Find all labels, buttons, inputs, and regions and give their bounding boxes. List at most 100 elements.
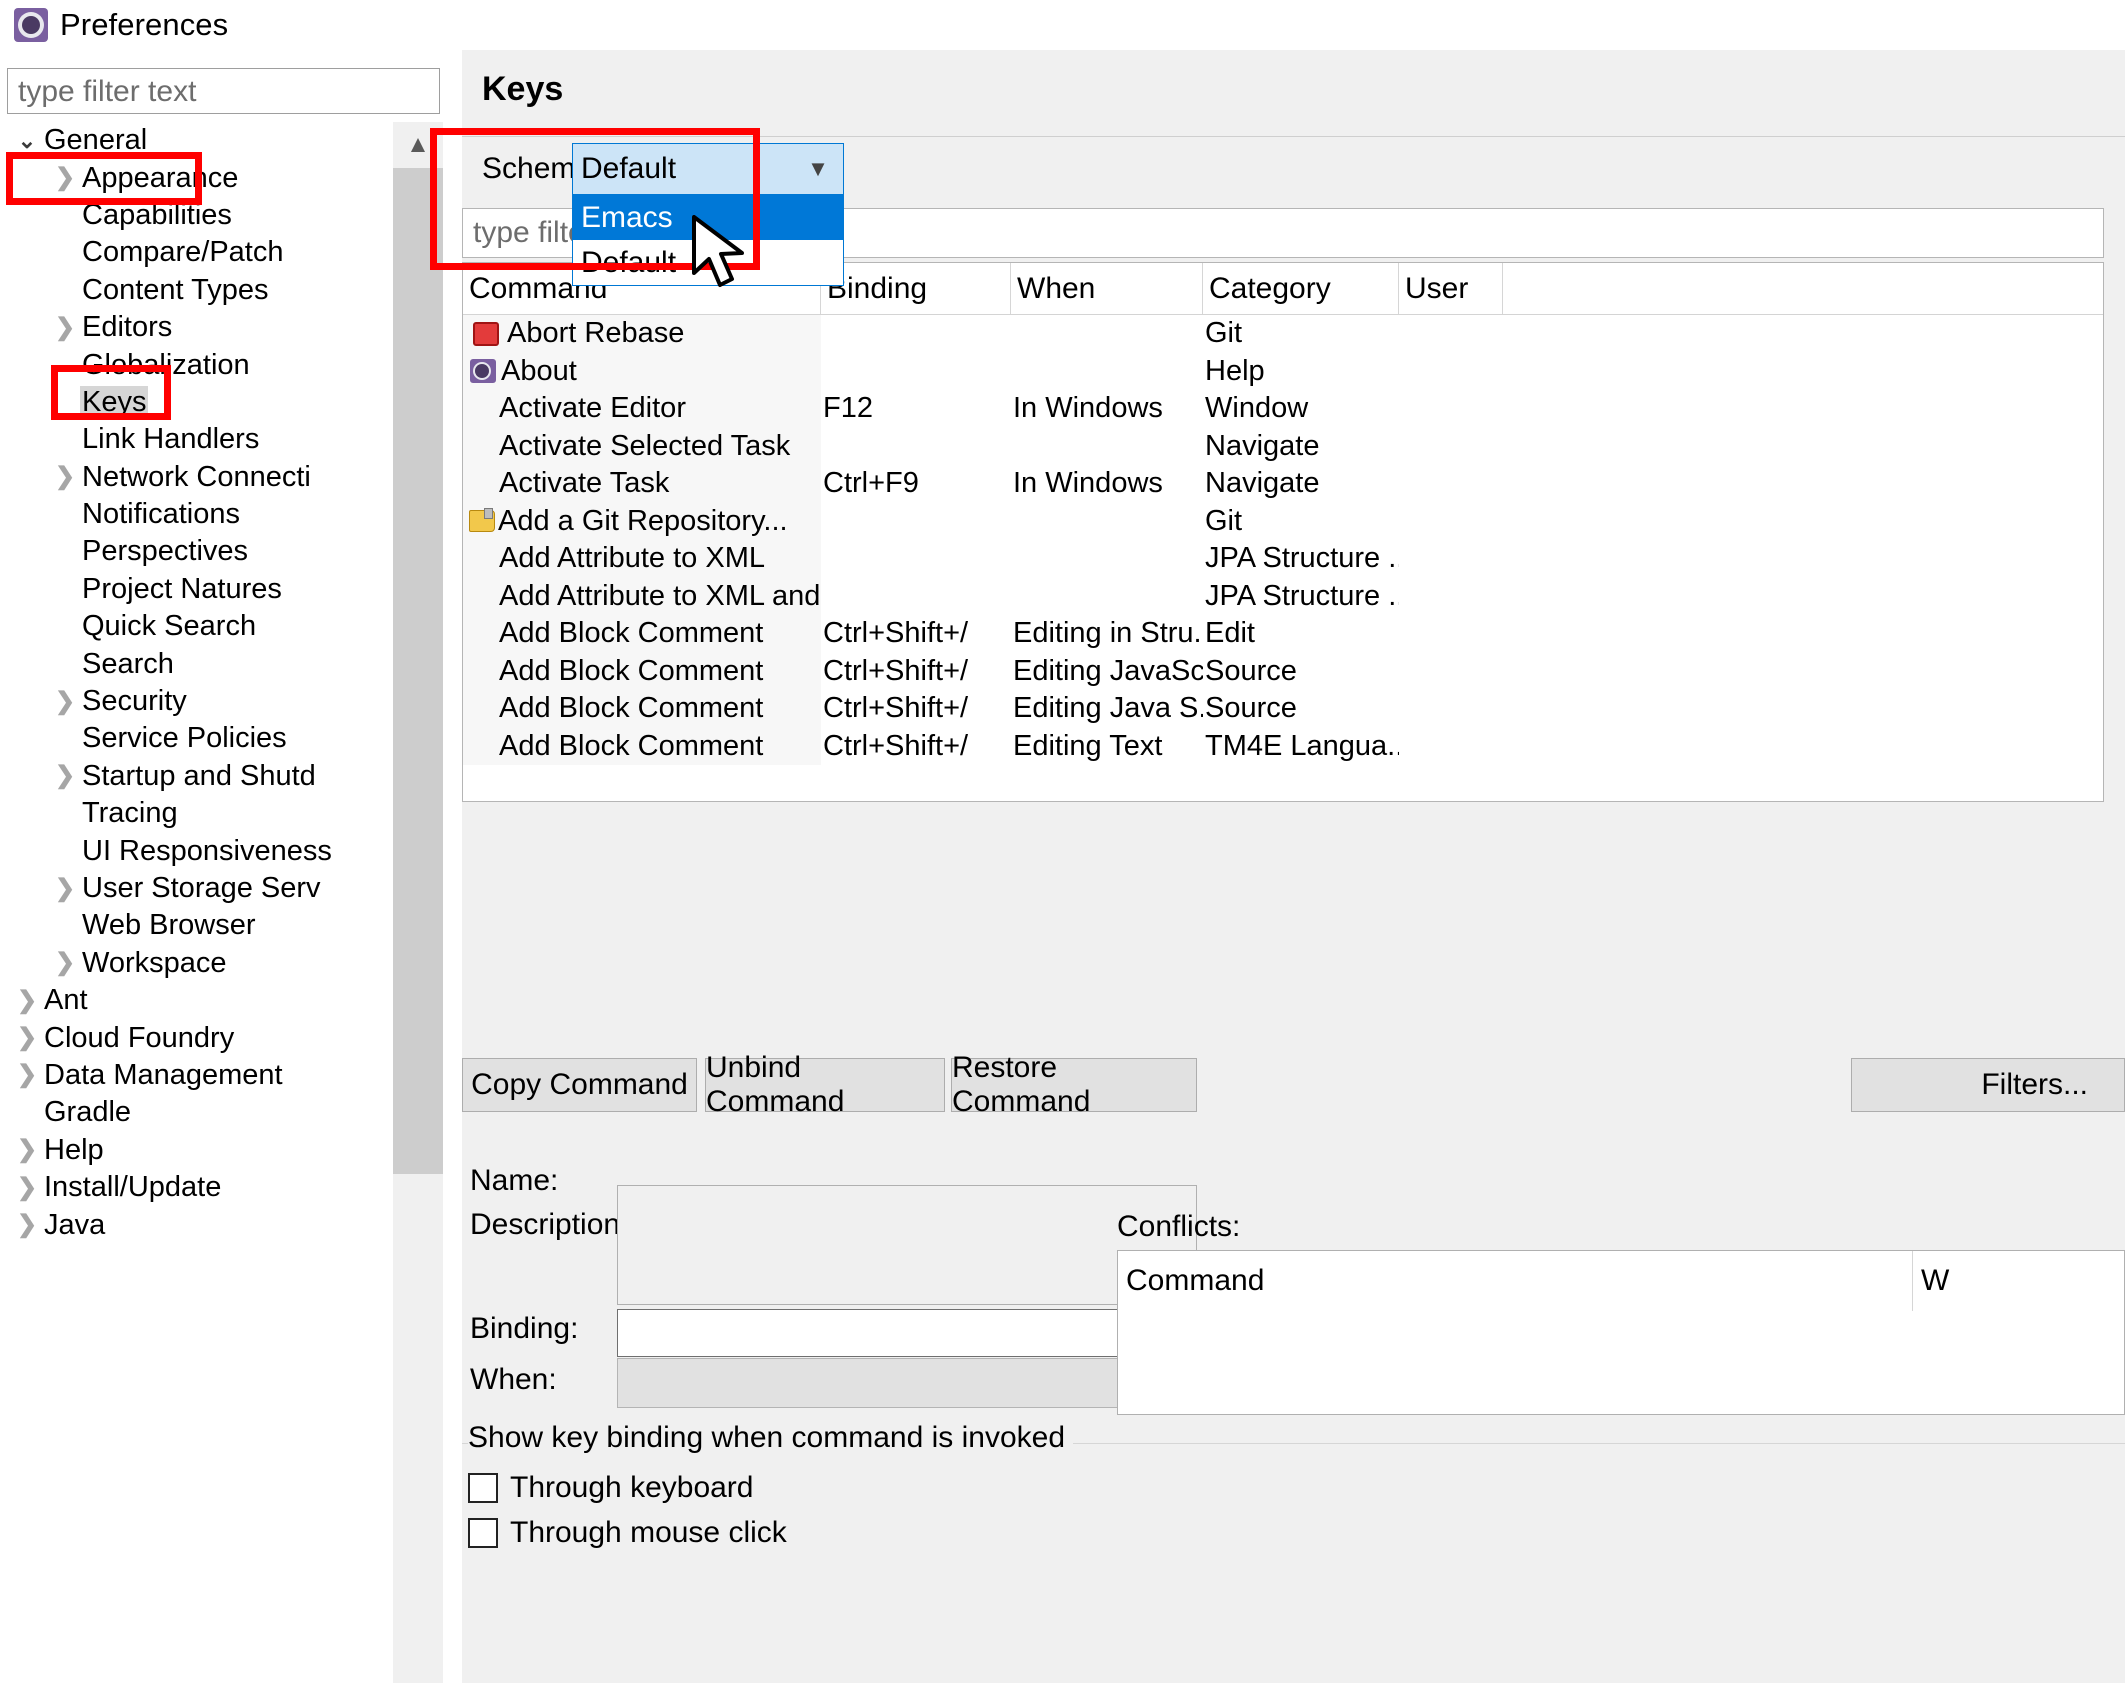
cell-binding xyxy=(821,540,1011,578)
scroll-up-arrow-icon[interactable]: ▲ xyxy=(393,122,443,168)
checkbox-icon[interactable] xyxy=(468,1518,498,1548)
chevron-right-icon[interactable]: ❯ xyxy=(50,465,80,489)
table-column-header-user[interactable]: User xyxy=(1399,263,1503,314)
table-row[interactable]: Abort Rebase Git xyxy=(463,315,2103,353)
sidebar-filter-input[interactable]: type filter text xyxy=(7,68,440,114)
cell-when: In Windows xyxy=(1013,467,1163,500)
sidebar-item-link-handlers[interactable]: Link Handlers xyxy=(0,421,393,458)
chevron-right-icon[interactable]: ❯ xyxy=(12,1063,42,1087)
through-mouse-click-checkbox-row[interactable]: Through mouse click xyxy=(468,1516,787,1550)
command-label: Add Block Comment xyxy=(499,617,764,650)
sidebar-item-tracing[interactable]: Tracing xyxy=(0,795,393,832)
table-row[interactable]: Add Attribute to XML and JPA Structure ..… xyxy=(463,577,2103,616)
table-row[interactable]: Activate Editor F12 In Windows Window xyxy=(463,390,2103,428)
chevron-right-icon[interactable]: ❯ xyxy=(12,1138,42,1162)
sidebar-item-java[interactable]: ❯ Java xyxy=(0,1206,393,1243)
chevron-right-icon[interactable]: ❯ xyxy=(50,689,80,714)
table-row[interactable]: Add Attribute to XML JPA Structure ... xyxy=(463,540,2103,578)
restore-command-button[interactable]: Restore Command xyxy=(951,1051,1197,1118)
command-label: Activate Selected Task xyxy=(499,429,791,462)
sidebar-item-notifications[interactable]: Notifications xyxy=(0,496,393,533)
preferences-dialog: Preferences type filter text ⌄ General ❯ Ap… xyxy=(0,0,2125,1683)
conflicts-table[interactable]: Command W xyxy=(1117,1250,2125,1415)
key-bindings-table[interactable]: Command⌃BindingWhenCategoryUser Abort Re… xyxy=(462,262,2104,802)
scheme-combobox[interactable]: Default ▼ xyxy=(572,143,844,195)
chevron-right-icon[interactable]: ❯ xyxy=(50,876,80,901)
chevron-right-icon[interactable]: ❯ xyxy=(50,315,80,340)
filters-button[interactable]: Filters... xyxy=(1851,1058,2125,1112)
sidebar-item-service-policies[interactable]: Service Policies xyxy=(0,720,393,757)
sidebar-item-cloud-foundry[interactable]: ❯ Cloud Foundry xyxy=(0,1019,393,1056)
command-label: Add Block Comment xyxy=(499,692,764,725)
sidebar-item-ant[interactable]: ❯ Ant xyxy=(0,982,393,1019)
chevron-right-icon[interactable]: ❯ xyxy=(50,166,80,190)
scheme-option-default[interactable]: Default xyxy=(573,240,843,285)
table-row[interactable]: Activate Task Ctrl+F9 In Windows Navigate xyxy=(463,465,2103,503)
sidebar-item-quick-search[interactable]: Quick Search xyxy=(0,608,393,645)
table-row[interactable]: Add Block Comment Ctrl+Shift+/ Editing Jav… xyxy=(463,690,2103,728)
chevron-right-icon[interactable]: ❯ xyxy=(12,1175,42,1200)
table-column-header-binding[interactable]: Binding xyxy=(821,263,1011,314)
sidebar-item-startup-and-shutd[interactable]: ❯ Startup and Shutd xyxy=(0,758,393,795)
table-row[interactable]: Add Block Comment Ctrl+Shift+/ Editing Tex… xyxy=(463,727,2103,765)
scheme-dropdown-list[interactable]: Emacs Default xyxy=(572,195,844,286)
command-label: Add Attribute to XML xyxy=(499,542,765,575)
sidebar-item-keys[interactable]: Keys xyxy=(0,384,393,421)
binding-input[interactable] xyxy=(617,1309,1195,1357)
sidebar-item-web-browser[interactable]: Web Browser xyxy=(0,907,393,944)
cell-user xyxy=(1399,578,1503,616)
sidebar-item-project-natures[interactable]: Project Natures xyxy=(0,571,393,608)
through-keyboard-checkbox-row[interactable]: Through keyboard xyxy=(468,1471,754,1505)
sidebar-item-label: UI Responsiveness xyxy=(82,834,332,867)
table-row[interactable]: Add Block Comment Ctrl+Shift+/ Editing Jav… xyxy=(463,652,2103,691)
cell-user xyxy=(1399,653,1503,691)
table-column-header-when[interactable]: When xyxy=(1011,263,1203,314)
sidebar-item-compare-patch[interactable]: Compare/Patch xyxy=(0,234,393,271)
sidebar-item-content-types[interactable]: Content Types xyxy=(0,272,393,309)
table-column-header-category[interactable]: Category xyxy=(1203,263,1399,314)
table-row[interactable]: Activate Selected Task Navigate xyxy=(463,427,2103,465)
sidebar-item-search[interactable]: Search xyxy=(0,645,393,682)
sidebar-item-install-update[interactable]: ❯ Install/Update xyxy=(0,1169,393,1206)
copy-command-button[interactable]: Copy Command xyxy=(462,1058,697,1112)
sidebar-item-data-management[interactable]: ❯ Data Management xyxy=(0,1057,393,1094)
sidebar-item-label: Compare/Patch xyxy=(82,236,284,269)
sidebar-item-label: Gradle xyxy=(44,1096,132,1129)
sidebar-item-gradle[interactable]: Gradle xyxy=(0,1094,393,1131)
sidebar-item-appearance[interactable]: ❯ Appearance xyxy=(0,159,393,196)
preferences-tree[interactable]: ⌄ General ❯ Appearance Capabilities Compare/P… xyxy=(0,122,393,1683)
chevron-down-icon[interactable]: ⌄ xyxy=(12,129,42,152)
table-row[interactable]: About Help xyxy=(463,352,2103,390)
sidebar-item-label: Install/Update xyxy=(44,1171,222,1204)
chevron-right-icon[interactable]: ❯ xyxy=(12,1213,42,1237)
sidebar-item-workspace[interactable]: ❯ Workspace xyxy=(0,945,393,982)
sidebar-scrollbar[interactable]: ▲ xyxy=(393,122,443,1683)
checkbox-icon[interactable] xyxy=(468,1473,498,1503)
chevron-right-icon[interactable]: ❯ xyxy=(12,1026,42,1050)
scheme-option-emacs[interactable]: Emacs xyxy=(573,195,843,240)
sidebar-item-editors[interactable]: ❯ Editors xyxy=(0,309,393,346)
when-combobox[interactable]: ▼ xyxy=(617,1358,1195,1408)
sidebar-item-perspectives[interactable]: Perspectives xyxy=(0,533,393,570)
sidebar-item-globalization[interactable]: Globalization xyxy=(0,346,393,383)
sidebar-item-label: Quick Search xyxy=(82,610,257,643)
sidebar-item-help[interactable]: ❯ Help xyxy=(0,1132,393,1169)
table-row[interactable]: Add a Git Repository... Git xyxy=(463,502,2103,541)
cell-user xyxy=(1399,540,1503,578)
sidebar-item-user-storage-serv[interactable]: ❯ User Storage Serv xyxy=(0,870,393,907)
table-body[interactable]: Abort Rebase Git About Help Activate Editor F… xyxy=(463,315,2103,765)
table-row[interactable]: Add Block Comment Ctrl+Shift+/ Editing in … xyxy=(463,615,2103,653)
unbind-command-button[interactable]: Unbind Command xyxy=(705,1051,945,1118)
chevron-right-icon[interactable]: ❯ xyxy=(12,988,42,1013)
scrollbar-thumb[interactable] xyxy=(393,168,443,1174)
sidebar-item-ui-responsiveness[interactable]: UI Responsiveness xyxy=(0,832,393,869)
chevron-right-icon[interactable]: ❯ xyxy=(50,951,80,975)
cell-user xyxy=(1399,503,1503,541)
cell-when: In Windows xyxy=(1013,392,1163,425)
chevron-right-icon[interactable]: ❯ xyxy=(50,764,80,788)
sidebar-item-general[interactable]: ⌄ General xyxy=(0,122,393,159)
sidebar-item-capabilities[interactable]: Capabilities xyxy=(0,197,393,234)
sidebar-item-security[interactable]: ❯ Security xyxy=(0,683,393,720)
sidebar-item-network-connecti[interactable]: ❯ Network Connecti xyxy=(0,459,393,496)
cell-command: Activate Editor xyxy=(463,390,821,428)
